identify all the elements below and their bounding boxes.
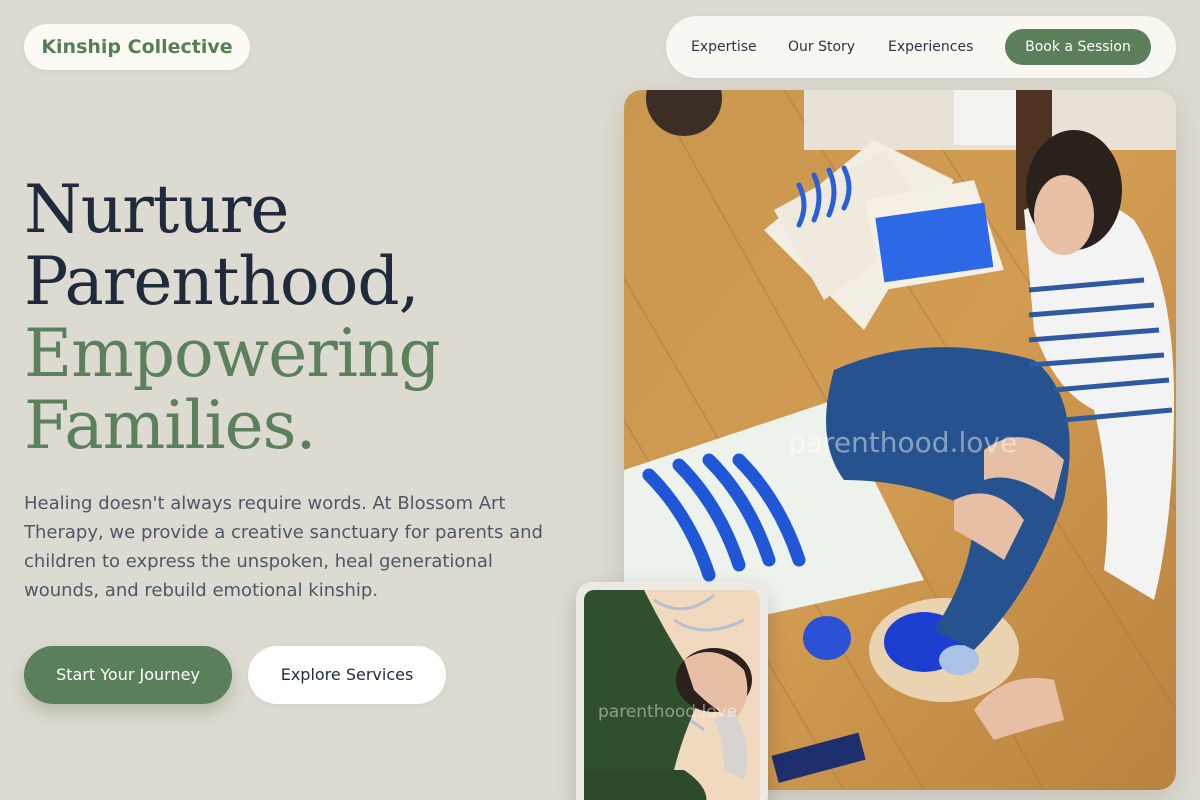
top-nav: Expertise Our Story Experiences Book a S… <box>666 16 1176 78</box>
hero-title-line-3: Empowering <box>24 315 441 392</box>
explore-services-button[interactable]: Explore Services <box>248 646 446 704</box>
inset-photo-frame: parenthood.love <box>576 582 768 800</box>
hero-title: Nurture Parenthood, Empowering Families. <box>24 171 441 464</box>
nav-link-expertise[interactable]: Expertise <box>691 16 757 78</box>
nav-link-experiences[interactable]: Experiences <box>888 16 973 78</box>
hero-description: Healing doesn't always require words. At… <box>24 493 543 601</box>
brand-logo[interactable]: Kinship Collective <box>24 24 250 70</box>
hero-title-line-1: Nurture <box>24 171 289 248</box>
hero-title-line-4: Families. <box>24 387 316 464</box>
brand-name: Kinship Collective <box>41 36 233 58</box>
inset-photo-distressed-parent: parenthood.love <box>584 590 760 800</box>
hero-title-line-2: Parenthood, <box>24 243 420 320</box>
start-journey-button[interactable]: Start Your Journey <box>24 646 232 704</box>
nav-link-our-story[interactable]: Our Story <box>788 16 855 78</box>
book-session-button[interactable]: Book a Session <box>1005 29 1151 65</box>
